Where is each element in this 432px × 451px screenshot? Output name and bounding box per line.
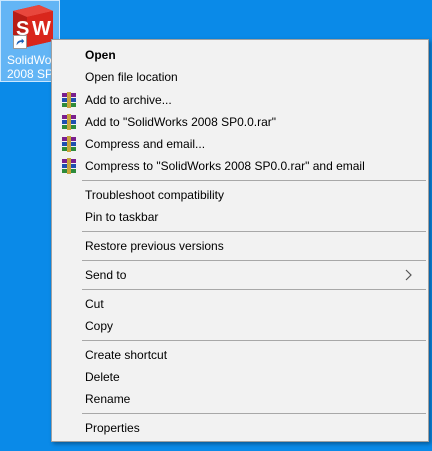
- menu-separator: [82, 289, 426, 290]
- menu-item-open[interactable]: Open: [54, 44, 426, 66]
- shortcut-arrow-icon: [13, 35, 27, 49]
- menu-item-copy[interactable]: Copy: [54, 315, 426, 337]
- menu-item-compress-rar-and-email[interactable]: Compress to "SolidWorks 2008 SP0.0.rar" …: [54, 155, 426, 177]
- menu-item-rename[interactable]: Rename: [54, 388, 426, 410]
- menu-item-open-file-location[interactable]: Open file location: [54, 66, 426, 88]
- menu-separator: [82, 340, 426, 341]
- menu-separator: [82, 180, 426, 181]
- menu-separator: [82, 413, 426, 414]
- menu-item-compress-and-email[interactable]: Compress and email...: [54, 133, 426, 155]
- winrar-icon: [62, 136, 76, 152]
- menu-item-delete[interactable]: Delete: [54, 366, 426, 388]
- svg-text:W: W: [32, 18, 51, 40]
- menu-item-restore-previous-versions[interactable]: Restore previous versions: [54, 235, 426, 257]
- menu-item-pin-to-taskbar[interactable]: Pin to taskbar: [54, 206, 426, 228]
- menu-separator: [82, 231, 426, 232]
- menu-item-send-to[interactable]: Send to: [54, 264, 426, 286]
- context-menu: Open Open file location Add to archive..…: [51, 39, 429, 442]
- winrar-icon: [62, 92, 76, 108]
- menu-item-troubleshoot-compatibility[interactable]: Troubleshoot compatibility: [54, 184, 426, 206]
- menu-item-add-to-archive[interactable]: Add to archive...: [54, 89, 426, 111]
- winrar-icon: [62, 158, 76, 174]
- menu-item-properties[interactable]: Properties: [54, 417, 426, 439]
- menu-item-add-to-rar[interactable]: Add to "SolidWorks 2008 SP0.0.rar": [54, 111, 426, 133]
- chevron-right-icon: [405, 269, 412, 281]
- menu-separator: [82, 260, 426, 261]
- menu-item-create-shortcut[interactable]: Create shortcut: [54, 344, 426, 366]
- winrar-icon: [62, 114, 76, 130]
- menu-item-cut[interactable]: Cut: [54, 293, 426, 315]
